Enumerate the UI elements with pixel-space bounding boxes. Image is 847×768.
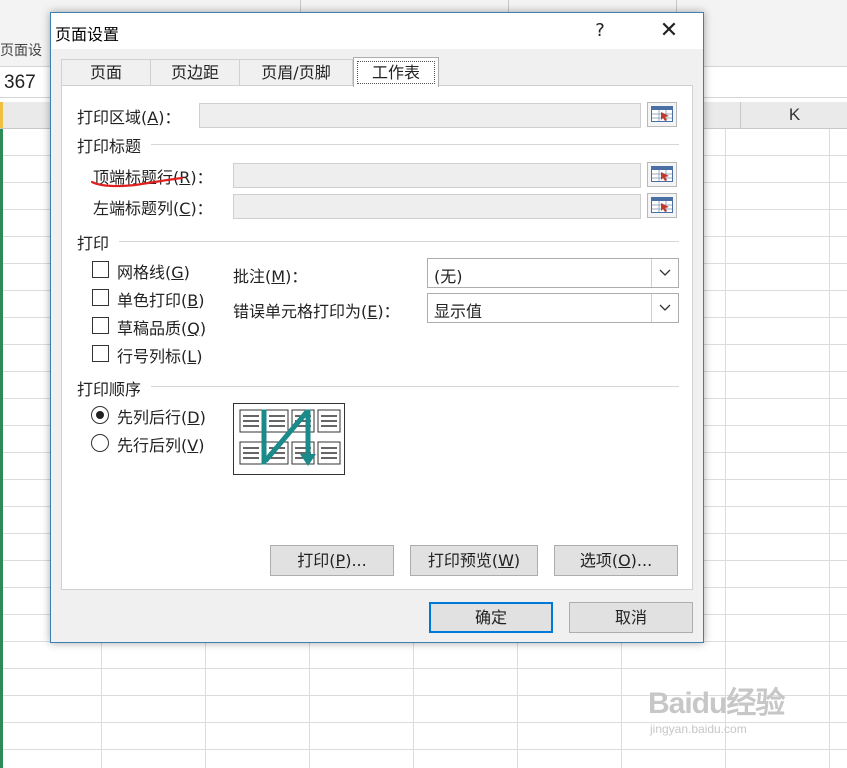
page-order-preview	[233, 403, 345, 475]
ok-button[interactable]: 确定	[429, 602, 553, 633]
draft-quality-checkbox[interactable]	[92, 317, 109, 334]
chevron-down-icon[interactable]	[651, 294, 678, 322]
print-titles-header: 打印标题	[77, 137, 142, 156]
tab-header-footer[interactable]: 页眉/页脚	[239, 59, 353, 86]
divider	[151, 144, 679, 145]
row-selection-strip	[0, 129, 3, 768]
down-then-over-label[interactable]: 先列后行(D)	[117, 404, 206, 428]
black-white-checkbox[interactable]	[92, 289, 109, 306]
print-header: 打印	[77, 234, 110, 253]
tab-page[interactable]: 页面	[61, 59, 151, 86]
black-white-label[interactable]: 单色打印(B)	[117, 287, 205, 311]
cols-collapse-button[interactable]	[647, 193, 677, 218]
tab-margins[interactable]: 页边距	[150, 59, 240, 86]
row-col-headings-label[interactable]: 行号列标(L)	[117, 343, 202, 367]
down-then-over-radio[interactable]	[91, 406, 109, 424]
close-button[interactable]: ✕	[651, 17, 687, 45]
divider	[151, 386, 679, 387]
comments-select-value: (无)	[434, 267, 463, 286]
over-then-down-radio[interactable]	[91, 434, 109, 452]
row-col-headings-checkbox[interactable]	[92, 345, 109, 362]
name-box[interactable]: 367	[4, 72, 36, 94]
print-area-collapse-button[interactable]	[647, 102, 677, 127]
rows-to-repeat-input[interactable]	[233, 163, 641, 188]
gridlines-label[interactable]: 网格线(G)	[117, 259, 190, 283]
baidu-watermark: Baidu经验 jingyan.baidu.com	[648, 678, 785, 736]
range-select-icon	[651, 106, 673, 122]
page-order-header: 打印顺序	[77, 380, 142, 399]
over-then-down-label[interactable]: 先行后列(V)	[117, 432, 204, 456]
watermark-logo: Baidu经验	[648, 687, 785, 720]
print-area-input[interactable]	[199, 103, 641, 128]
column-header-k[interactable]: K	[740, 102, 847, 128]
dialog-title: 页面设置	[55, 25, 120, 44]
chevron-down-icon[interactable]	[651, 259, 678, 287]
cancel-button[interactable]: 取消	[569, 602, 693, 633]
cell-errors-select[interactable]: 显示值	[427, 293, 679, 323]
help-button[interactable]: ?	[589, 17, 611, 45]
ribbon-group-label: 页面设	[0, 43, 42, 59]
watermark-url: jingyan.baidu.com	[650, 722, 747, 736]
print-button[interactable]: 打印(P)...	[270, 545, 394, 576]
print-preview-button[interactable]: 打印预览(W)	[410, 545, 538, 576]
range-select-icon	[651, 197, 673, 213]
annotation-underline	[90, 176, 184, 188]
cols-to-repeat-label: 左端标题列(C)：	[93, 199, 213, 218]
divider	[119, 241, 679, 242]
dialog-titlebar[interactable]: 页面设置 ? ✕	[51, 13, 703, 49]
range-select-icon	[651, 166, 673, 182]
print-area-label: 打印区域(A)：	[77, 108, 181, 127]
rows-collapse-button[interactable]	[647, 162, 677, 187]
selected-column-indicator	[0, 102, 3, 128]
cell-errors-select-value: 显示值	[434, 302, 483, 321]
tab-sheet-label: 工作表	[371, 63, 420, 82]
page-setup-dialog: 页面设置 ? ✕ 页面 页边距 页眉/页脚 工作表 打印区域(A)： 打印标题 …	[50, 12, 704, 643]
tab-sheet[interactable]: 工作表	[353, 57, 439, 87]
page-order-icon	[239, 409, 341, 466]
comments-select[interactable]: (无)	[427, 258, 679, 288]
options-button[interactable]: 选项(O)...	[554, 545, 678, 576]
cell-errors-label: 错误单元格打印为(E)：	[233, 302, 400, 321]
comments-label: 批注(M)：	[233, 267, 308, 286]
draft-quality-label[interactable]: 草稿品质(Q)	[117, 315, 206, 339]
gridlines-checkbox[interactable]	[92, 261, 109, 278]
cols-to-repeat-input[interactable]	[233, 194, 641, 219]
